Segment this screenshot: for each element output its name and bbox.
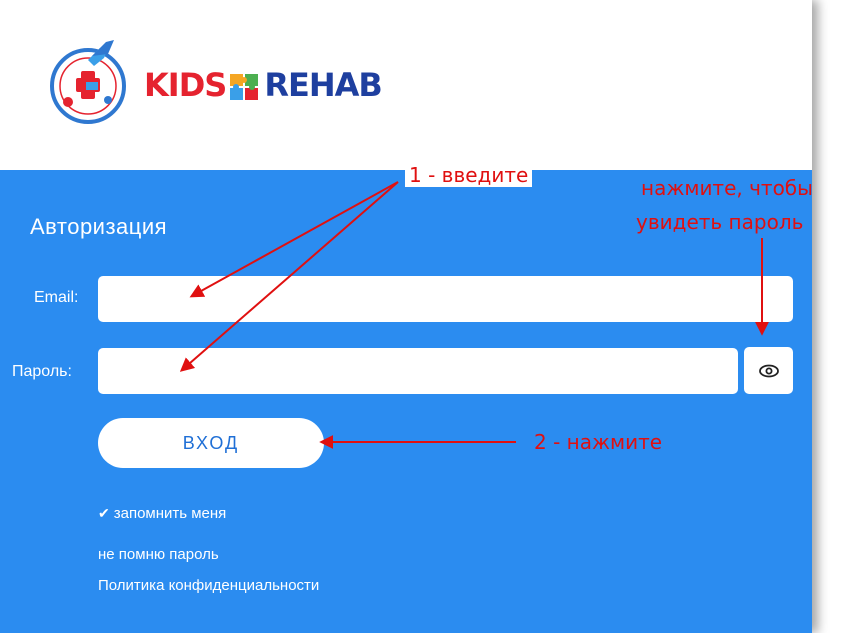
- logo-rehab-text: REHAB: [264, 66, 382, 104]
- password-field[interactable]: [98, 348, 738, 394]
- logo-emblem-icon: [50, 40, 126, 124]
- annotation-enter: 1 - введите: [405, 163, 533, 187]
- email-label: Email:: [34, 289, 79, 306]
- forgot-password-link[interactable]: не помню пароль: [98, 546, 219, 563]
- annotation-show-password-line1: нажмите, чтобы: [641, 176, 813, 200]
- check-icon: ✔: [98, 505, 110, 521]
- password-label: Пароль:: [12, 363, 72, 380]
- annotation-show-password-line2: увидеть пароль: [636, 210, 804, 234]
- login-button[interactable]: ВХОД: [98, 418, 324, 468]
- puzzle-icon: [230, 74, 259, 100]
- privacy-policy-link[interactable]: Политика конфиденциальности: [98, 577, 319, 594]
- annotation-press: 2 - нажмите: [534, 430, 663, 454]
- header: KIDS REHAB: [0, 0, 812, 170]
- logo-text: KIDS REHAB: [144, 66, 383, 104]
- email-field[interactable]: [98, 276, 793, 322]
- show-password-button[interactable]: [744, 347, 793, 394]
- logo-kids-text: KIDS: [144, 66, 227, 104]
- remember-me-checkbox[interactable]: ✔ запомнить меня: [98, 505, 226, 522]
- page-title: Авторизация: [30, 214, 168, 239]
- eye-icon: [758, 364, 779, 377]
- remember-me-label: запомнить меня: [113, 505, 227, 522]
- logo[interactable]: KIDS REHAB: [48, 40, 388, 125]
- login-window: KIDS REHAB Авторизация Email: Пароль: ВХ…: [0, 0, 812, 633]
